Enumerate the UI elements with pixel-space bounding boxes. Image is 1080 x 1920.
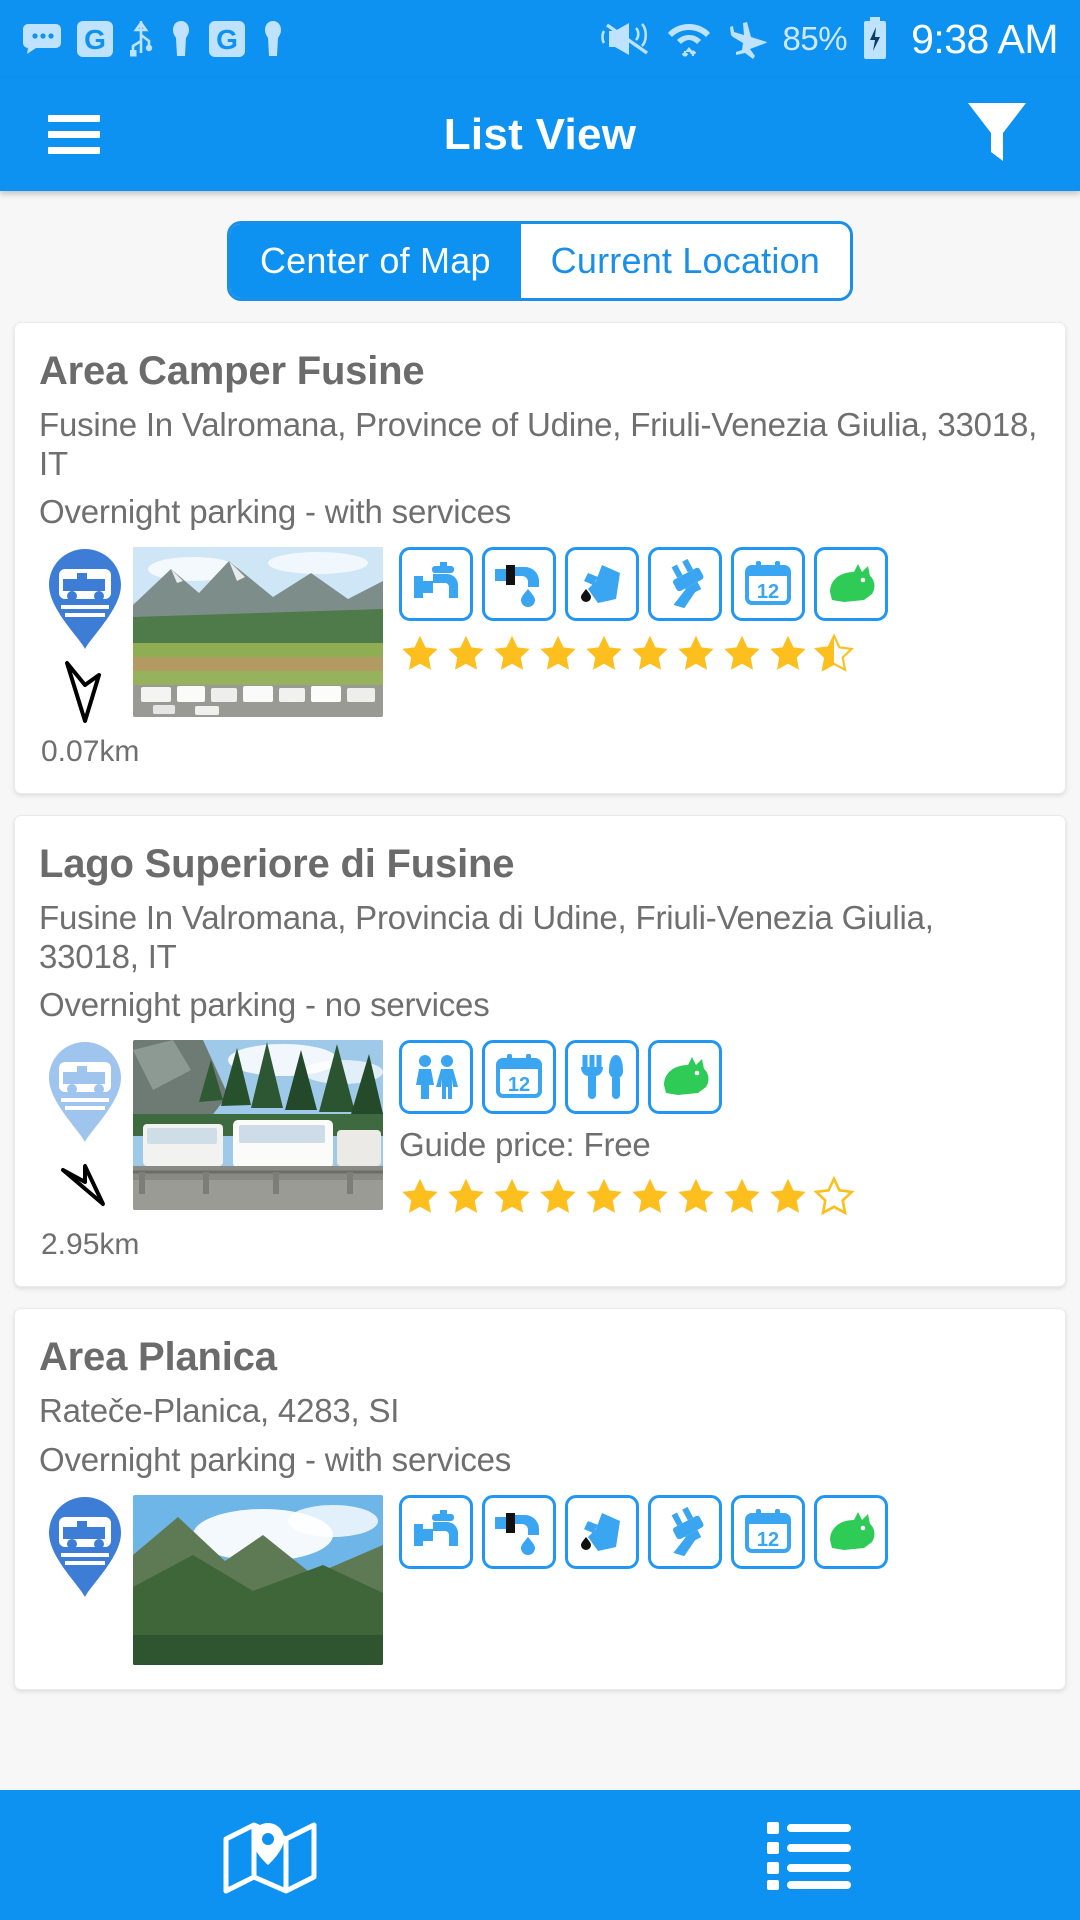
location-source-toggle[interactable]: Center of Map Current Location — [226, 221, 854, 301]
listing-type: Overnight parking - with services — [39, 493, 512, 531]
vibrate-off-icon — [600, 23, 648, 55]
amenity-icon-row: 12 — [399, 1040, 1041, 1115]
toggle-center-of-map[interactable]: Center of Map — [229, 224, 521, 298]
bottom-nav-map-view[interactable] — [0, 1815, 540, 1895]
dog-allowed-icon — [814, 1495, 888, 1570]
usb-icon — [130, 20, 153, 57]
airplane-mode-icon — [729, 22, 767, 59]
listing-thumbnail[interactable] — [133, 547, 383, 718]
google-g-icon: G — [209, 21, 245, 57]
fresh-water-tap-icon — [399, 547, 473, 622]
message-icon — [23, 24, 61, 54]
electric-hookup-icon — [648, 1495, 722, 1570]
rating-stars — [399, 1176, 1041, 1218]
waste-water-drain-icon — [482, 547, 556, 622]
dog-allowed-icon — [814, 547, 888, 622]
camper-map-pin-icon — [49, 1042, 121, 1143]
listing-type: Overnight parking - with services — [39, 1441, 512, 1479]
listing-details: 12 — [399, 1495, 1041, 1665]
listing-thumbnail[interactable] — [133, 1495, 383, 1666]
page-title: List View — [443, 109, 637, 159]
half-star-icon — [814, 633, 854, 672]
listing-address: Rateče-Planica, 4283, SI — [39, 1392, 400, 1430]
camper-map-pin-icon — [49, 549, 121, 650]
listing-body: 0.07km 12 — [39, 547, 1041, 769]
bottom-nav-list-view[interactable] — [540, 1818, 1080, 1892]
svg-text:12: 12 — [508, 1074, 530, 1096]
electric-hookup-icon — [648, 547, 722, 622]
list-item[interactable]: Area Camper Fusine Fusine In Valromana, … — [14, 322, 1066, 795]
listing-body: 2.95km 12 Guide price: Free — [39, 1040, 1041, 1262]
restaurant-icon — [565, 1040, 639, 1115]
listing-marker-column: 2.95km — [39, 1040, 139, 1262]
battery-percent-label: 85% — [782, 20, 848, 57]
key-icon — [265, 21, 281, 56]
status-bar-left-icons: G G — [22, 19, 286, 59]
listing-type: Overnight parking - no services — [39, 986, 490, 1024]
filter-icon[interactable] — [966, 99, 1028, 170]
direction-arrow-icon — [61, 1164, 105, 1207]
listing-address: Fusine In Valromana, Province of Udine, … — [39, 406, 1038, 482]
google-g-icon: G — [77, 21, 113, 57]
grey-water-icon — [565, 547, 639, 622]
battery-charging-icon — [864, 17, 887, 59]
listing-title: Area Camper Fusine — [39, 349, 425, 393]
location-source-toggle-wrap: Center of Map Current Location — [0, 191, 1080, 301]
bottom-navigation-bar — [0, 1790, 1080, 1920]
svg-text:12: 12 — [757, 581, 779, 603]
wifi-icon — [667, 24, 710, 57]
toilets-icon — [399, 1040, 473, 1115]
camper-map-pin-icon — [49, 1497, 121, 1598]
calendar-12-icon: 12 — [482, 1040, 556, 1115]
status-bar-right-icons: 85% 9:38 AM — [600, 15, 1058, 63]
listing-details: 12 Guide price: Free — [399, 1040, 1041, 1262]
map-view-icon — [223, 1822, 317, 1894]
calendar-12-icon: 12 — [731, 1495, 805, 1570]
clock-label: 9:38 AM — [911, 15, 1058, 62]
svg-text:G: G — [216, 24, 238, 55]
list-item[interactable]: Area Planica Rateče-Planica, 4283, SI Ov… — [14, 1308, 1066, 1691]
status-bar: G G 85% 9:38 AM — [0, 0, 1080, 78]
listing-details: 12 — [399, 547, 1041, 769]
app-bar: List View — [0, 78, 1080, 191]
fresh-water-tap-icon — [399, 1495, 473, 1570]
rating-stars — [399, 633, 1041, 675]
listing-address: Fusine In Valromana, Provincia di Udine,… — [39, 899, 934, 975]
listing-marker-column: 0.07km — [39, 547, 139, 769]
direction-arrow-icon — [65, 661, 101, 724]
key-icon — [173, 21, 189, 56]
listing-price: Guide price: Free — [399, 1126, 651, 1164]
list-scroll-container[interactable]: Center of Map Current Location Area Camp… — [0, 191, 1080, 1920]
list-item[interactable]: Lago Superiore di Fusine Fusine In Valro… — [14, 815, 1066, 1288]
listing-distance: 0.07km — [41, 735, 140, 769]
calendar-12-icon: 12 — [731, 547, 805, 622]
dog-allowed-icon — [648, 1040, 722, 1115]
svg-text:12: 12 — [757, 1529, 779, 1551]
toggle-current-location[interactable]: Current Location — [520, 224, 851, 298]
amenity-icon-row: 12 — [399, 1495, 1041, 1570]
list-view-icon — [767, 1822, 851, 1890]
listing-thumbnail[interactable] — [133, 1040, 383, 1211]
listing-title: Lago Superiore di Fusine — [39, 842, 515, 887]
listing-marker-column — [39, 1495, 131, 1665]
amenity-icon-row: 12 — [399, 547, 1041, 622]
listing-distance: 2.95km — [41, 1228, 140, 1262]
svg-text:G: G — [84, 24, 106, 55]
listing-title: Area Planica — [39, 1335, 277, 1380]
grey-water-icon — [565, 1495, 639, 1570]
waste-water-drain-icon — [482, 1495, 556, 1570]
empty-star-icon — [813, 1176, 855, 1216]
listing-body: 12 — [39, 1495, 1041, 1666]
